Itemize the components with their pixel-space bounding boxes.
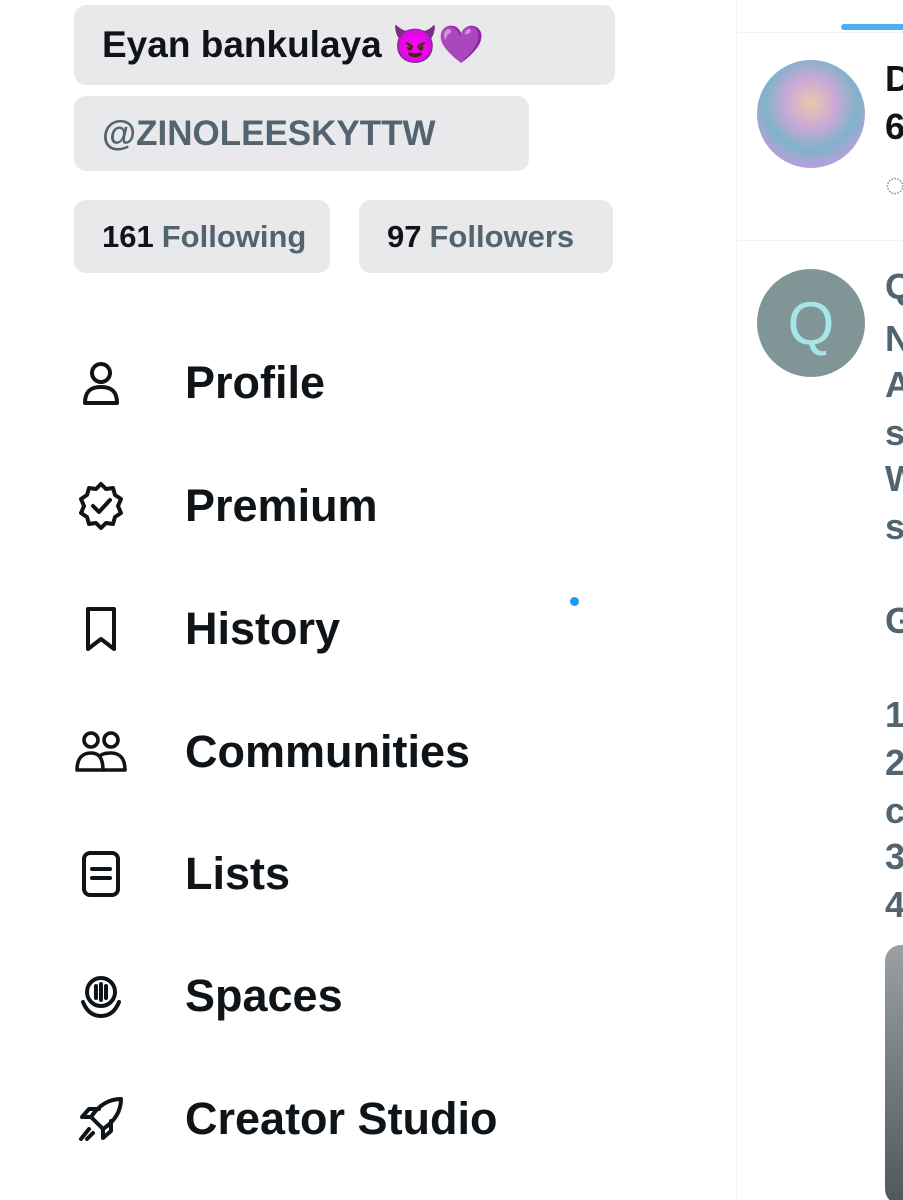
nav-item-communities[interactable]: Communities: [70, 712, 470, 792]
followers-count: 97: [387, 218, 422, 254]
list-icon: [70, 843, 132, 905]
nav-item-label: Spaces: [185, 970, 343, 1021]
nav-item-lists[interactable]: Lists: [70, 834, 290, 914]
nav-item-label: History: [185, 603, 341, 654]
post-text-fragment: 3: [885, 836, 903, 878]
nav-item-label: Premium: [185, 480, 378, 531]
nav-item-spaces[interactable]: Spaces: [70, 956, 343, 1036]
post-text-fragment: G: [885, 600, 903, 642]
nav-item-label: Communities: [185, 726, 471, 777]
post-text-fragment: 1: [885, 694, 903, 736]
person-icon: [70, 352, 132, 414]
nav-item-profile[interactable]: Profile: [70, 343, 325, 423]
bookmark-icon: [70, 598, 132, 660]
post-text-fragment: s: [885, 412, 903, 454]
display-name: Eyan bankulaya 😈💜: [102, 23, 485, 65]
tab-indicator: [841, 24, 903, 30]
post-text-fragment: A: [885, 364, 903, 406]
following-count: 161: [102, 218, 154, 254]
search-icon[interactable]: ◌: [885, 166, 903, 205]
side-drawer: Eyan bankulaya 😈💜 @ZINOLEESKYTTW 161 Fol…: [0, 0, 736, 1200]
verified-badge-icon: [70, 475, 132, 537]
divider: [737, 240, 903, 241]
nav-item-label: Profile: [185, 357, 326, 408]
post-author-fragment: D: [885, 58, 903, 100]
post-text-fragment: N: [885, 318, 903, 360]
post-media[interactable]: [885, 945, 903, 1200]
notification-dot: [570, 597, 579, 606]
nav-item-premium[interactable]: Premium: [70, 466, 378, 546]
post-text-fragment: c: [885, 790, 903, 832]
post-avatar[interactable]: Q: [757, 269, 865, 377]
following-link[interactable]: 161 Following: [74, 200, 330, 273]
rocket-icon: [70, 1088, 132, 1150]
display-name-chip[interactable]: Eyan bankulaya 😈💜: [74, 5, 615, 85]
post-text-fragment: 2: [885, 742, 903, 784]
post-text-fragment: s: [885, 506, 903, 548]
people-icon: [70, 721, 132, 783]
nav-item-history[interactable]: History: [70, 589, 340, 669]
followers-label: Followers: [429, 218, 575, 254]
post-text-fragment: 4: [885, 884, 903, 926]
avatar-letter: Q: [787, 289, 835, 357]
followers-link[interactable]: 97 Followers: [359, 200, 613, 273]
post-author-fragment: Q: [885, 266, 903, 308]
post-avatar[interactable]: [757, 60, 865, 168]
divider: [737, 32, 903, 33]
microphone-icon: [70, 965, 132, 1027]
post-text-fragment: W: [885, 458, 903, 500]
timeline-background: D 6 ◌ Q Q N A s W s G 1 2 c 3 4: [736, 0, 903, 1200]
following-label: Following: [161, 218, 307, 254]
nav-item-label: Lists: [185, 848, 291, 899]
handle-chip[interactable]: @ZINOLEESKYTTW: [74, 96, 529, 171]
nav-item-creator-studio[interactable]: Creator Studio: [70, 1079, 498, 1159]
nav-item-label: Creator Studio: [185, 1093, 498, 1144]
post-meta-fragment: 6: [885, 106, 903, 148]
user-handle: @ZINOLEESKYTTW: [102, 113, 436, 153]
